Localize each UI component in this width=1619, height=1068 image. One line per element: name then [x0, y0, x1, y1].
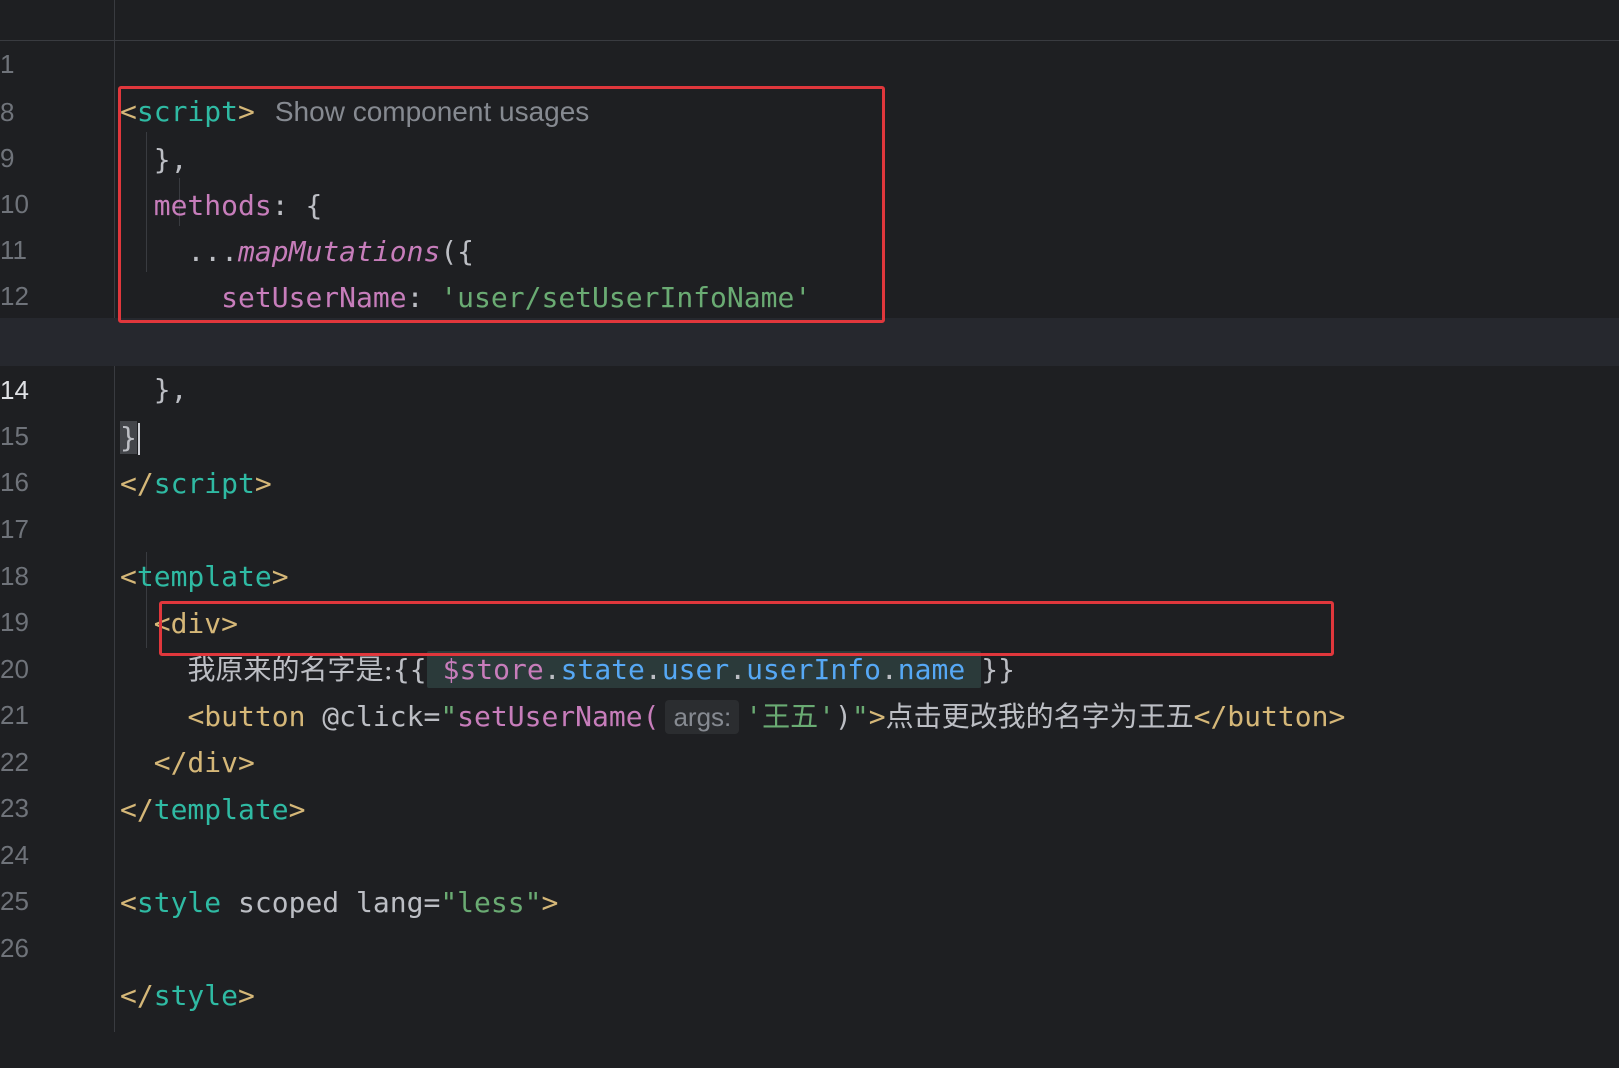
code-line[interactable]: 17 <template> [0, 457, 1619, 593]
tag-name: style [153, 979, 239, 1012]
code-line[interactable]: 23 [0, 736, 1619, 823]
code-line[interactable]: 19 我原来的名字是:{{$store.state.user.userInfo.… [0, 550, 1619, 688]
code-line[interactable]: 25 [0, 829, 1619, 916]
code-line[interactable]: 26 </style> [0, 876, 1619, 1012]
code-editor[interactable]: 1 <script> Show component usages 8 }, 9 m… [0, 0, 1619, 1032]
code-line-current[interactable]: 14 } [0, 318, 1619, 455]
line-number: 26 [0, 933, 29, 963]
tag-bracket: > [238, 979, 255, 1012]
code-line[interactable]: 24 <style scoped lang="less"> [0, 783, 1619, 919]
tag-bracket: </ [120, 979, 154, 1012]
code-line[interactable]: 8 }, [0, 40, 1619, 176]
sticky-line[interactable]: 1 <script> Show component usages [0, 0, 1619, 128]
highlight-box-button [159, 601, 1334, 656]
code-line[interactable]: 15 </script> [0, 364, 1619, 500]
code-line[interactable]: 18 <div> [0, 504, 1619, 640]
highlight-box-methods [118, 86, 885, 323]
code-line[interactable]: 16 [0, 410, 1619, 497]
code-line[interactable]: 22 </template> [0, 690, 1619, 826]
